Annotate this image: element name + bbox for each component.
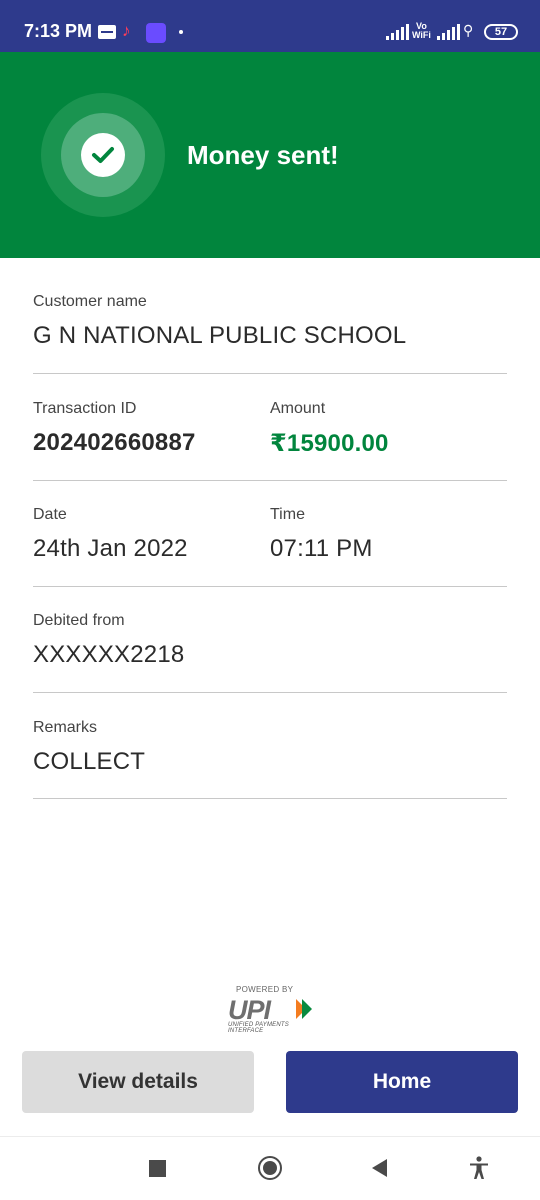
time-value: 07:11 PM [270,535,373,562]
battery-icon: 57 [484,24,518,40]
divider [33,586,507,587]
upi-arrow-icon [302,999,312,1019]
view-details-button[interactable]: View details [22,1051,254,1113]
recent-apps-icon[interactable] [149,1160,166,1177]
page-title: Money sent! [187,140,339,170]
upi-logo: POWERED BY UPI UNIFIED PAYMENTS INTERFAC… [222,985,318,1034]
hotspot-icon: ⚲ [463,22,474,38]
check-icon [92,147,114,163]
divider [33,692,507,693]
customer-name-label: Customer name [33,293,147,310]
signal-icon [386,24,409,40]
vowifi-icon: Vo WiFi [412,22,431,40]
transaction-id-value: 202402660887 [33,429,196,456]
amount-value: ₹15900.00 [270,430,389,457]
remarks-label: Remarks [33,719,98,736]
upi-subtitle: UNIFIED PAYMENTS INTERFACE [228,1022,289,1034]
debited-from-label: Debited from [33,612,125,629]
upi-powered-by: POWERED BY [236,985,294,994]
amount-label: Amount [270,400,326,417]
success-header: Money sent! [0,52,540,258]
app-icon [146,23,166,43]
time-label: Time [270,506,305,523]
home-circle-icon[interactable] [258,1156,282,1180]
divider [33,480,507,481]
debited-from-value: XXXXXX2218 [33,641,185,668]
remarks-value: COLLECT [33,748,146,775]
divider [33,373,507,374]
customer-name-value: G N NATIONAL PUBLIC SCHOOL [33,322,407,349]
more-notifications-icon [179,30,183,34]
back-icon[interactable] [372,1159,387,1177]
divider [33,798,507,799]
home-button[interactable]: Home [286,1051,518,1113]
tiktok-icon: ♪ [122,21,131,40]
signal-icon [437,24,460,40]
vowifi-bottom-text: WiFi [412,30,431,40]
date-value: 24th Jan 2022 [33,535,188,562]
status-bar: 7:13 PM ♪ Vo WiFi ⚲ 57 [0,0,540,52]
date-label: Date [33,506,67,523]
success-icon-ring [61,113,145,197]
status-time: 7:13 PM [24,21,93,41]
transaction-id-label: Transaction ID [33,400,137,417]
check-circle-icon [81,133,125,177]
success-icon-halo [41,93,165,217]
accessibility-icon[interactable] [469,1156,489,1180]
navigation-bar [0,1136,540,1200]
message-icon [98,25,116,39]
